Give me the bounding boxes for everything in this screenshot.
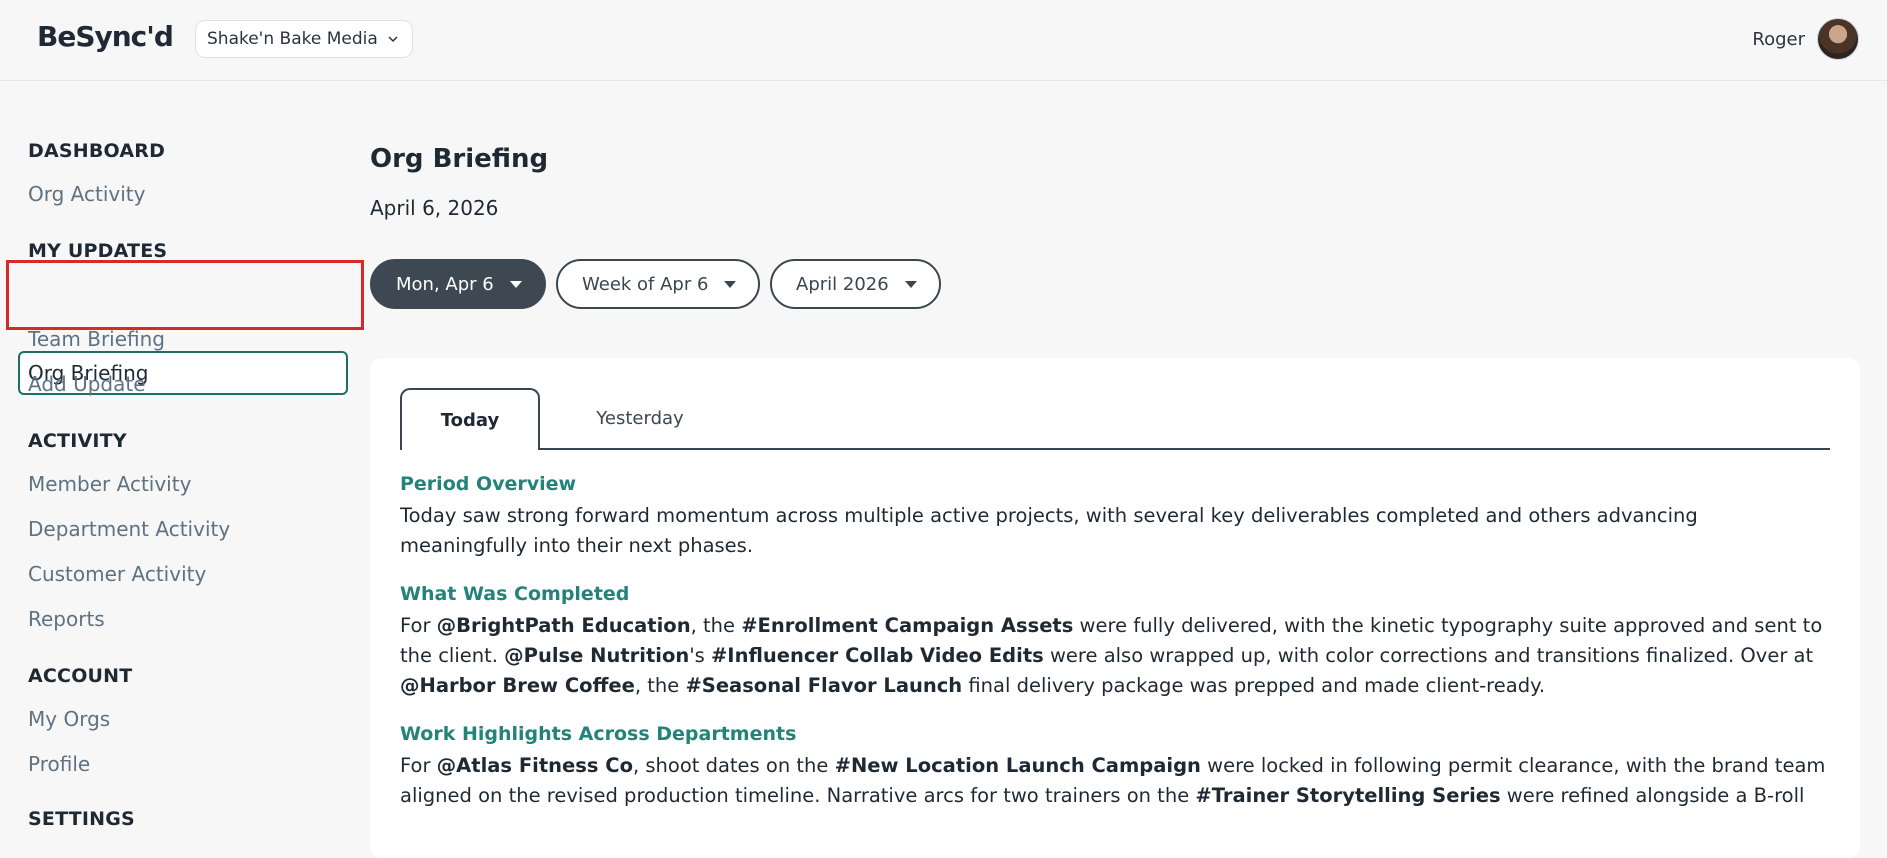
user-menu[interactable]: Roger: [1752, 18, 1859, 60]
org-selector-label: Shake'n Bake Media: [207, 29, 378, 49]
section-title: Work Highlights Across Departments: [400, 723, 797, 745]
month-filter-label: April 2026: [796, 273, 889, 295]
brand-logo[interactable]: BeSync'd: [37, 20, 174, 53]
customer-mention[interactable]: @BrightPath Education: [437, 614, 691, 637]
tab-yesterday[interactable]: Yesterday: [560, 388, 720, 448]
sidebar-item-member-activity[interactable]: Member Activity: [28, 472, 191, 496]
avatar[interactable]: [1817, 18, 1859, 60]
chevron-down-icon: [388, 36, 398, 43]
week-filter-label: Week of Apr 6: [582, 273, 709, 295]
section-text: For @BrightPath Education, the #Enrollme…: [400, 614, 1823, 697]
section-title: What Was Completed: [400, 583, 630, 605]
sidebar-item-customer-activity[interactable]: Customer Activity: [28, 562, 206, 586]
sidebar-item-reports[interactable]: Reports: [28, 607, 105, 631]
caret-down-icon: [509, 280, 522, 288]
project-tag[interactable]: #Trainer Storytelling Series: [1195, 784, 1500, 807]
sidebar-heading-activity: ACTIVITY: [28, 430, 127, 452]
section-text: Today saw strong forward momentum across…: [400, 504, 1698, 557]
caret-down-icon: [724, 280, 737, 288]
sidebar-heading-my-updates: MY UPDATES: [28, 240, 168, 262]
day-filter-label: Mon, Apr 6: [396, 273, 494, 295]
customer-mention[interactable]: @Harbor Brew Coffee: [400, 674, 635, 697]
sidebar: DASHBOARD Org Activity MY UPDATES Org Br…: [0, 80, 360, 845]
sidebar-item-department-activity[interactable]: Department Activity: [28, 517, 230, 541]
sidebar-heading-settings: SETTINGS: [28, 808, 135, 830]
project-tag[interactable]: #Seasonal Flavor Launch: [685, 674, 962, 697]
project-tag[interactable]: #Influencer Collab Video Edits: [711, 644, 1044, 667]
sidebar-item-profile[interactable]: Profile: [28, 752, 90, 776]
sidebar-item-team-briefing[interactable]: Team Briefing: [28, 327, 165, 351]
page-date: April 6, 2026: [370, 196, 499, 220]
sidebar-item-add-update[interactable]: Add Update: [28, 372, 146, 396]
briefing-card: Today Yesterday Period Overview Today sa…: [370, 358, 1860, 858]
project-tag[interactable]: #New Location Launch Campaign: [835, 754, 1201, 777]
sidebar-item-my-orgs[interactable]: My Orgs: [28, 707, 110, 731]
sidebar-item-org-activity[interactable]: Org Activity: [28, 182, 145, 206]
user-name: Roger: [1752, 28, 1805, 50]
day-filter-button[interactable]: Mon, Apr 6: [370, 259, 546, 309]
sidebar-heading-dashboard: DASHBOARD: [28, 140, 166, 162]
briefing-content: Period Overview Today saw strong forward…: [400, 473, 1830, 833]
customer-mention[interactable]: @Pulse Nutrition: [504, 644, 689, 667]
tab-today[interactable]: Today: [400, 388, 540, 450]
section-text: For @Atlas Fitness Co, shoot dates on th…: [400, 754, 1826, 807]
briefing-tabs: Today Yesterday: [400, 388, 1830, 450]
customer-mention[interactable]: @Atlas Fitness Co: [437, 754, 633, 777]
project-tag[interactable]: #Enrollment Campaign Assets: [741, 614, 1073, 637]
top-bar: BeSync'd Shake'n Bake Media Roger: [0, 0, 1887, 81]
week-filter-button[interactable]: Week of Apr 6: [556, 259, 761, 309]
page-title: Org Briefing: [370, 144, 549, 174]
month-filter-button[interactable]: April 2026: [770, 259, 941, 309]
sidebar-heading-account: ACCOUNT: [28, 665, 133, 687]
caret-down-icon: [904, 280, 917, 288]
org-selector[interactable]: Shake'n Bake Media: [195, 20, 413, 58]
section-title: Period Overview: [400, 473, 577, 495]
